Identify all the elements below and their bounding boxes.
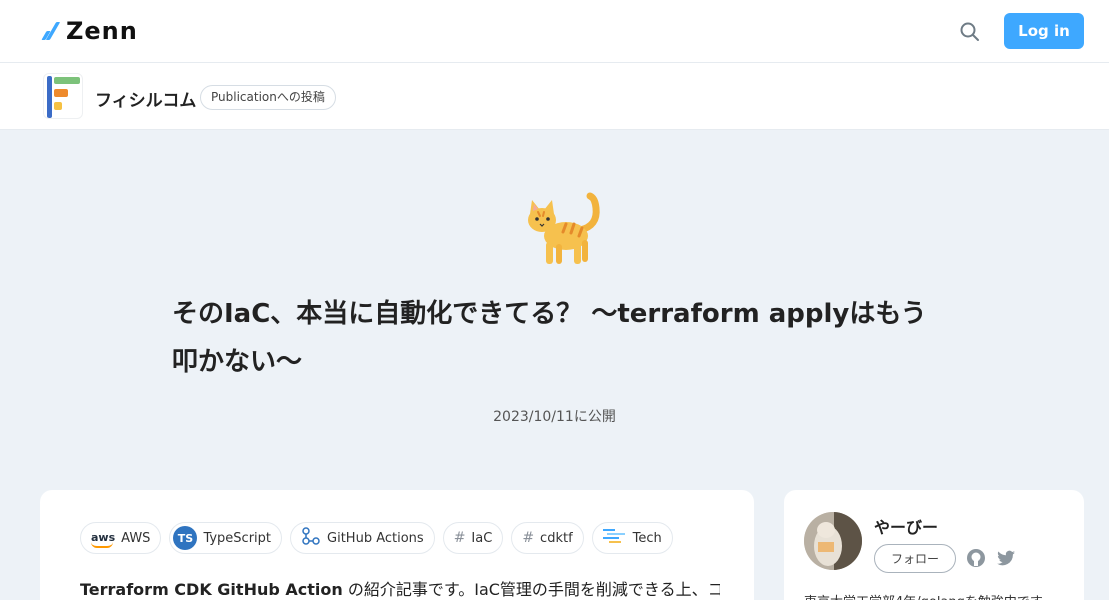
topic-aws[interactable]: aws AWS [80, 522, 162, 554]
hash-icon: # [453, 530, 466, 546]
intro-text: の紹介記事です。IaC管理の手間を削減できる上、コピ [342, 580, 720, 599]
topic-github-actions[interactable]: GitHub Actions [290, 522, 435, 554]
intro-bold: Terraform CDK GitHub Action [80, 580, 343, 599]
zenn-logo[interactable]: Zenn [40, 17, 138, 45]
topic-label: Tech [632, 530, 662, 546]
typescript-icon: TS [173, 526, 198, 550]
hash-icon: # [522, 530, 535, 546]
published-date: 2023/10/11に公開 [493, 409, 616, 425]
topic-label: AWS [121, 530, 151, 546]
topic-iac[interactable]: # IaC [442, 522, 504, 554]
topic-label: GitHub Actions [327, 530, 424, 546]
login-button[interactable]: Log in [1004, 13, 1084, 49]
search-icon[interactable] [958, 20, 982, 44]
github-actions-icon [301, 526, 321, 550]
topic-label: TypeScript [203, 530, 272, 546]
author-name[interactable]: やーびー [874, 514, 938, 538]
publication-logo[interactable] [43, 73, 83, 119]
author-card: やーびー フォロー 東京大学工学部4年/golangを勉強中です [784, 490, 1084, 600]
twitter-icon[interactable] [996, 548, 1016, 568]
logo-text: Zenn [66, 17, 138, 45]
author-avatar[interactable] [804, 512, 862, 570]
article-body-card: aws AWS TS TypeScript GitHub Actions # I… [40, 490, 754, 600]
github-icon[interactable] [966, 548, 986, 568]
cat-emoji-icon [520, 190, 604, 270]
topic-label: cdktf [540, 530, 573, 546]
aws-icon: aws [91, 531, 116, 548]
article-intro: Terraform CDK GitHub Action の紹介記事です。IaC管… [80, 579, 720, 600]
zenn-logo-icon [40, 22, 61, 40]
follow-button[interactable]: フォロー [874, 544, 956, 573]
topic-typescript[interactable]: TS TypeScript [169, 522, 283, 554]
topic-tech[interactable]: Tech [591, 522, 673, 554]
publication-name[interactable]: フィシルコム [95, 86, 196, 111]
topic-list: aws AWS TS TypeScript GitHub Actions # I… [80, 522, 673, 554]
publication-badge: Publicationへの投稿 [200, 85, 336, 110]
publication-bar: フィシルコム Publicationへの投稿 [0, 63, 1109, 130]
topic-cdktf[interactable]: # cdktf [511, 522, 584, 554]
site-header: Zenn Log in [0, 0, 1109, 63]
author-bio: 東京大学工学部4年/golangを勉強中です [804, 591, 1074, 600]
article-title: そのIaC、本当に自動化できてる？ 〜terraform applyはもう叩かな… [172, 299, 927, 377]
topic-label: IaC [471, 530, 493, 546]
tech-icon [602, 528, 627, 548]
